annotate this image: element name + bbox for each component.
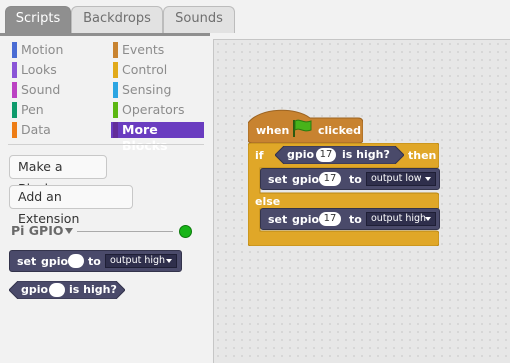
set-gpio-block[interactable]: set gpio 17 to output low xyxy=(260,168,440,190)
block-text: if xyxy=(255,149,264,162)
looks-swatch xyxy=(12,62,17,78)
tab-backdrops[interactable]: Backdrops xyxy=(71,6,163,33)
pen-swatch xyxy=(12,102,17,118)
dropdown-value: output low xyxy=(371,173,422,184)
category-label: Sound xyxy=(21,82,61,97)
category-label: Data xyxy=(21,122,51,137)
category-label: Events xyxy=(122,42,165,57)
block-text: is high? xyxy=(342,148,390,161)
set-gpio-block[interactable]: set gpio to output high xyxy=(9,250,182,272)
block-text: to xyxy=(88,255,101,268)
pin-input[interactable] xyxy=(68,254,84,268)
events-swatch xyxy=(113,42,118,58)
block-text: gpio xyxy=(41,255,69,268)
block-text: set xyxy=(268,213,288,226)
sensing-swatch xyxy=(113,82,118,98)
tab-bar: Scripts Backdrops Sounds xyxy=(0,0,510,33)
chevron-down-icon xyxy=(425,177,431,181)
category-label: More Blocks xyxy=(122,122,168,153)
category-label: Pen xyxy=(21,102,44,117)
extension-separator xyxy=(77,231,173,232)
category-more-blocks[interactable]: More Blocks xyxy=(111,122,204,153)
block-text: is high? xyxy=(69,283,117,296)
block-text: set xyxy=(268,173,288,186)
data-swatch xyxy=(12,122,17,138)
extension-menu-caret-icon[interactable] xyxy=(65,228,73,234)
category-operators[interactable]: Operators xyxy=(111,102,184,118)
chevron-down-icon xyxy=(166,259,172,263)
block-text: to xyxy=(349,173,362,186)
make-a-block-button[interactable]: Make a Block xyxy=(9,155,107,196)
dropdown-value: output high xyxy=(110,255,166,266)
block-palette: Motion Looks Sound Pen Data Events Contr… xyxy=(0,33,210,363)
chevron-down-icon xyxy=(425,217,431,221)
if-else-block[interactable]: if gpio 17 is high? then else xyxy=(248,143,439,246)
condition-slot[interactable]: gpio 17 is high? xyxy=(275,146,404,164)
pin-input[interactable]: 17 xyxy=(319,212,341,226)
output-dropdown[interactable]: output high xyxy=(366,212,436,226)
dropdown-value: output high xyxy=(371,213,427,224)
category-pen[interactable]: Pen xyxy=(10,102,44,118)
script-area[interactable]: when clicked if gpio 17 is high? then el… xyxy=(213,39,510,363)
category-divider xyxy=(8,144,204,145)
category-data[interactable]: Data xyxy=(10,122,51,138)
category-label: Motion xyxy=(21,42,64,57)
pin-input[interactable]: 17 xyxy=(319,172,341,186)
category-sound[interactable]: Sound xyxy=(10,82,60,98)
category-label: Control xyxy=(122,62,168,77)
sound-swatch xyxy=(12,82,17,98)
category-motion[interactable]: Motion xyxy=(10,42,63,58)
add-extension-button[interactable]: Add an Extension xyxy=(9,185,133,226)
category-label: Looks xyxy=(21,62,57,77)
block-text: when xyxy=(256,124,290,137)
pin-input[interactable] xyxy=(49,283,65,297)
gpio-is-high-block[interactable]: gpio is high? xyxy=(9,281,125,299)
block-text: to xyxy=(349,213,362,226)
motion-swatch xyxy=(12,42,17,58)
category-sensing[interactable]: Sensing xyxy=(111,82,171,98)
tab-scripts[interactable]: Scripts xyxy=(5,6,71,33)
block-text: gpio xyxy=(292,173,320,186)
category-label: Sensing xyxy=(122,82,172,97)
output-dropdown[interactable]: output high xyxy=(105,254,177,268)
operators-swatch xyxy=(113,102,118,118)
more-blocks-swatch xyxy=(113,122,118,138)
extension-title: Pi GPIO xyxy=(11,223,64,238)
block-text: gpio xyxy=(292,213,320,226)
category-control[interactable]: Control xyxy=(111,62,167,78)
set-gpio-block[interactable]: set gpio 17 to output high xyxy=(260,208,440,230)
block-text: clicked xyxy=(318,124,361,137)
block-text: then xyxy=(408,149,437,162)
control-swatch xyxy=(113,62,118,78)
block-text: else xyxy=(255,195,281,208)
palette-divider xyxy=(0,33,210,36)
output-dropdown[interactable]: output low xyxy=(366,172,436,186)
pin-input[interactable]: 17 xyxy=(316,148,336,162)
block-text: set xyxy=(17,255,37,268)
tab-sounds[interactable]: Sounds xyxy=(163,6,235,33)
when-flag-clicked-block[interactable]: when clicked xyxy=(248,109,363,143)
green-flag-icon xyxy=(293,119,312,137)
category-events[interactable]: Events xyxy=(111,42,164,58)
category-label: Operators xyxy=(122,102,185,117)
block-text: gpio xyxy=(287,148,315,161)
block-text: gpio xyxy=(21,283,49,296)
category-looks[interactable]: Looks xyxy=(10,62,57,78)
extension-status-indicator xyxy=(179,225,192,238)
